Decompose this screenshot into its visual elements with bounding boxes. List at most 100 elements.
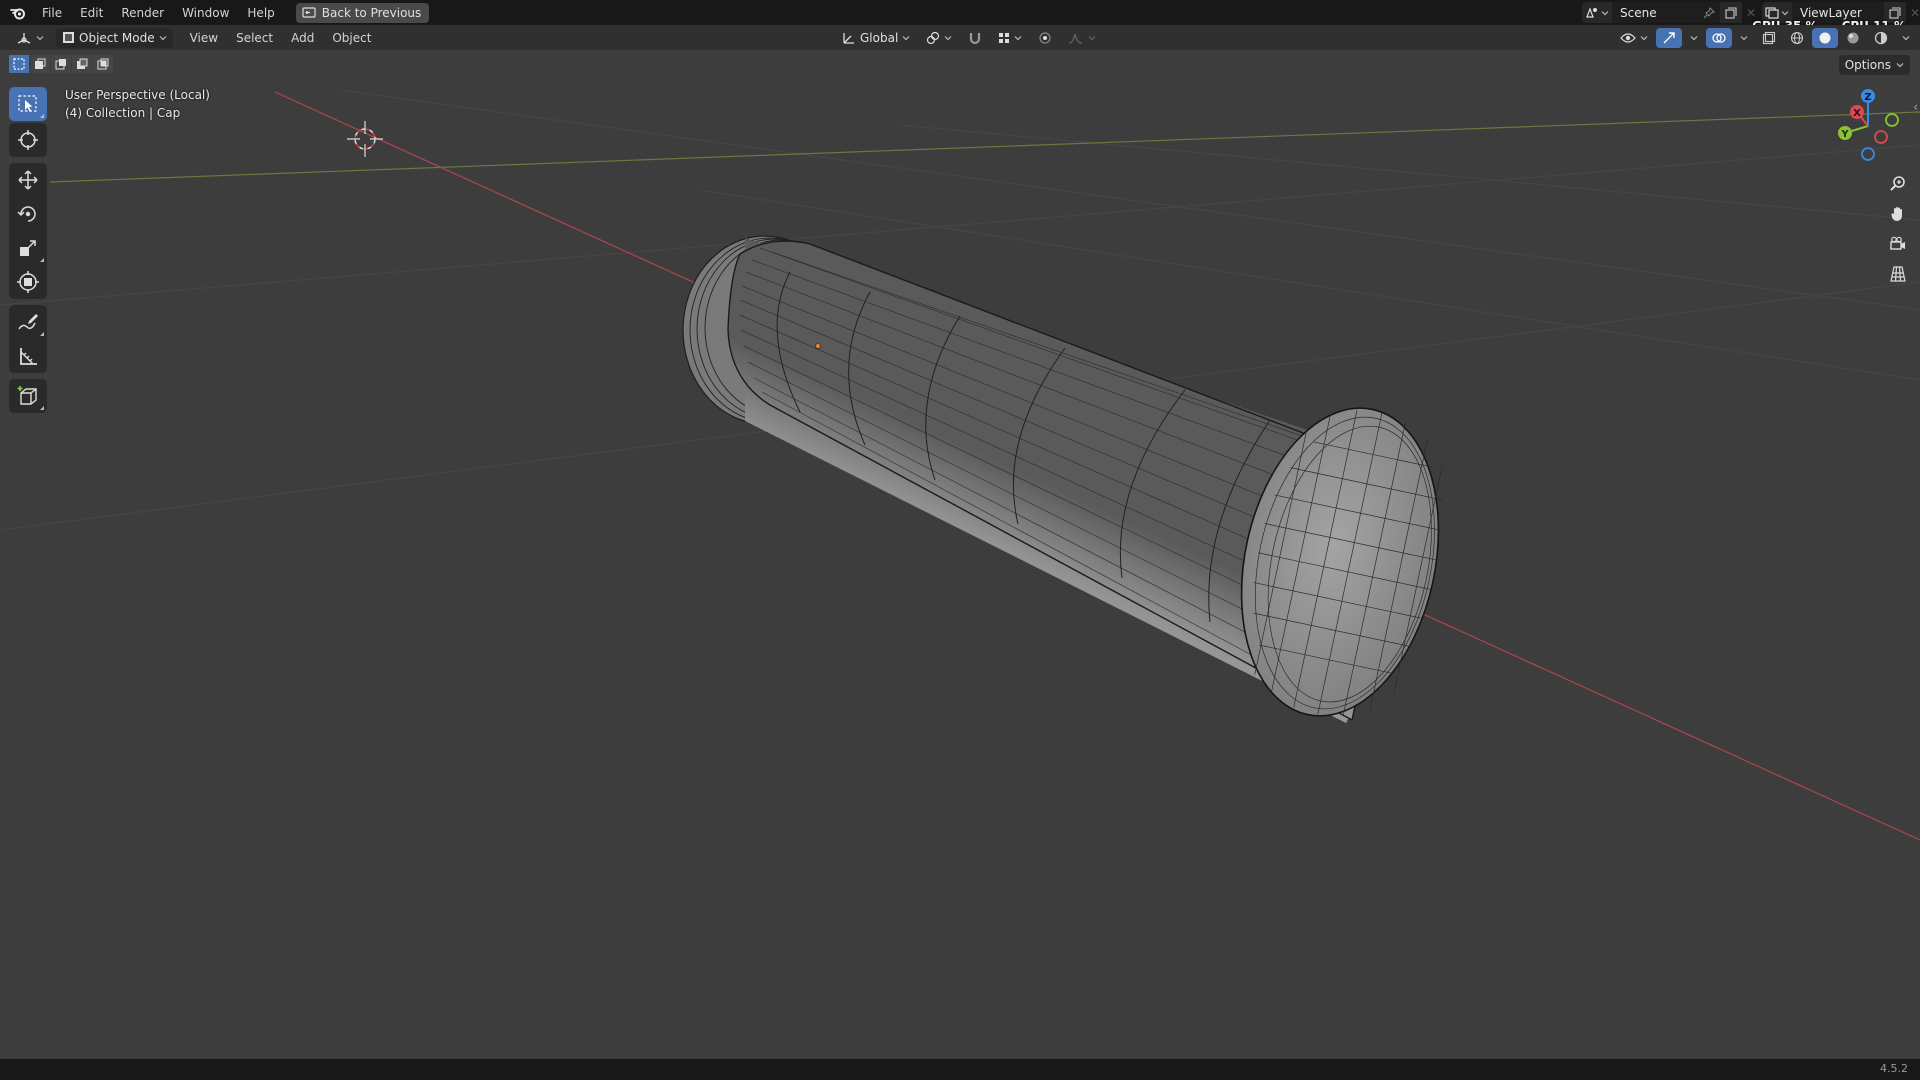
select-intersect-icon — [97, 58, 109, 70]
select-extend-icon — [35, 58, 46, 69]
gizmo-dropdown[interactable] — [1684, 28, 1704, 48]
tool-select-box[interactable] — [9, 87, 47, 121]
top-menu-bar: File Edit Render Window Help Back to Pre… — [0, 0, 1920, 33]
pivot-point-dropdown[interactable] — [920, 28, 958, 48]
chevron-down-icon — [1088, 35, 1096, 40]
axis-gizmo: Z Y X — [1838, 89, 1899, 161]
toggle-perspective-button[interactable] — [1883, 260, 1913, 288]
shading-options-dropdown[interactable] — [1896, 28, 1916, 48]
menu-file[interactable]: File — [33, 2, 71, 24]
shading-material-button[interactable] — [1840, 28, 1866, 48]
viewport-header: Object Mode View Select Add Object Globa… — [0, 25, 1920, 50]
transform-orientation-dropdown[interactable]: Global — [836, 28, 916, 48]
scene-name-field[interactable]: Scene — [1612, 2, 1698, 23]
view-name: User Perspective (Local) — [65, 88, 210, 102]
blender-logo-icon[interactable] — [9, 4, 27, 22]
tool-variants-indicator — [40, 114, 44, 118]
solid-sphere-icon — [1819, 32, 1831, 43]
select-new-button[interactable] — [9, 55, 29, 73]
tool-add-cube[interactable] — [9, 379, 47, 413]
tool-cursor[interactable] — [9, 123, 47, 157]
menu-view[interactable]: View — [181, 27, 227, 49]
zoom-view-button[interactable] — [1883, 170, 1913, 198]
shading-solid-button[interactable] — [1812, 27, 1838, 48]
tool-variants-indicator — [40, 406, 44, 410]
add-cube-icon — [17, 386, 37, 405]
y-axis-line — [49, 111, 1920, 183]
snap-toggle[interactable] — [962, 28, 988, 48]
tool-scale[interactable] — [9, 231, 47, 265]
viewport-scene — [0, 89, 1920, 841]
select-subtract-button[interactable] — [51, 55, 71, 73]
menu-object[interactable]: Object — [323, 27, 380, 49]
snap-target-dropdown[interactable] — [992, 28, 1028, 48]
duplicate-icon — [1889, 6, 1901, 19]
chevron-down-icon — [1896, 63, 1904, 68]
select-intersect-button[interactable] — [93, 55, 113, 73]
xray-toggle[interactable] — [1756, 28, 1782, 48]
options-label: Options — [1844, 58, 1891, 72]
menu-render[interactable]: Render — [112, 2, 173, 24]
viewport-shading-controls — [1614, 27, 1916, 48]
chevron-left-icon: ‹ — [1913, 100, 1918, 114]
chevron-down-icon — [1740, 35, 1748, 40]
select-invert-button[interactable] — [72, 55, 92, 73]
scene-browse-button[interactable] — [1582, 2, 1612, 23]
tool-move[interactable] — [9, 163, 47, 197]
shading-rendered-button[interactable] — [1868, 28, 1894, 48]
measure-icon — [20, 348, 37, 365]
falloff-curve-icon — [1069, 33, 1083, 44]
back-to-previous-button[interactable]: Back to Previous — [295, 2, 430, 23]
chevron-down-icon — [1690, 35, 1698, 40]
menu-help[interactable]: Help — [238, 2, 283, 24]
tool-annotate[interactable] — [9, 305, 47, 339]
overlays-dropdown[interactable] — [1734, 28, 1754, 48]
options-dropdown[interactable]: Options — [1838, 55, 1910, 75]
navigation-gizmo[interactable]: Z Y X — [1820, 86, 1910, 166]
menu-window[interactable]: Window — [173, 2, 238, 24]
proportional-editing-toggle[interactable] — [1032, 28, 1058, 48]
xray-icon — [1762, 31, 1776, 44]
back-to-previous-label: Back to Previous — [321, 5, 422, 20]
proportional-falloff-dropdown[interactable] — [1062, 28, 1102, 48]
menu-edit[interactable]: Edit — [71, 2, 112, 24]
chevron-down-icon — [1601, 10, 1609, 15]
gizmo-x-label: X — [1853, 108, 1861, 119]
pivot-icon — [927, 31, 940, 44]
object-visibility-dropdown[interactable] — [1614, 28, 1654, 48]
selection-mode-group — [9, 55, 113, 73]
show-overlays-toggle[interactable] — [1706, 27, 1732, 48]
cursor-icon — [18, 130, 38, 150]
shading-wireframe-button[interactable] — [1784, 28, 1810, 48]
pin-scene-button[interactable] — [1698, 2, 1720, 23]
camera-icon — [1890, 236, 1905, 250]
rendered-sphere-icon — [1874, 31, 1888, 44]
show-gizmo-toggle[interactable] — [1656, 27, 1682, 48]
3d-viewport[interactable]: Options User Perspective (Local) (4) Col… — [0, 50, 1920, 1060]
menu-add[interactable]: Add — [282, 27, 323, 49]
transform-controls: Global — [836, 27, 1102, 48]
camera-view-button[interactable] — [1883, 230, 1913, 258]
mode-dropdown[interactable]: Object Mode — [56, 27, 173, 48]
delete-view-layer-button[interactable]: ✕ — [1906, 2, 1920, 23]
transform-icon — [17, 271, 39, 293]
annotate-icon — [18, 314, 38, 330]
tool-transform[interactable] — [9, 265, 47, 299]
3d-viewport-icon — [17, 32, 31, 44]
rotate-icon — [17, 206, 36, 222]
material-sphere-icon — [1847, 32, 1859, 43]
pan-view-button[interactable] — [1883, 200, 1913, 228]
overlays-icon — [1712, 32, 1726, 43]
collection-info: (4) Collection | Cap — [65, 106, 181, 120]
menu-select[interactable]: Select — [227, 27, 282, 49]
sidebar-toggle[interactable]: ‹ — [1913, 100, 1918, 114]
editor-type-button[interactable] — [10, 28, 50, 48]
tool-rotate[interactable] — [9, 197, 47, 231]
proportional-icon — [1039, 31, 1051, 44]
select-extend-button[interactable] — [30, 55, 50, 73]
scene-icon — [1586, 7, 1597, 18]
chevron-down-icon — [159, 35, 167, 40]
new-scene-button[interactable] — [1720, 2, 1742, 23]
cylinder-mesh — [682, 235, 1444, 723]
tool-measure[interactable] — [9, 339, 47, 373]
